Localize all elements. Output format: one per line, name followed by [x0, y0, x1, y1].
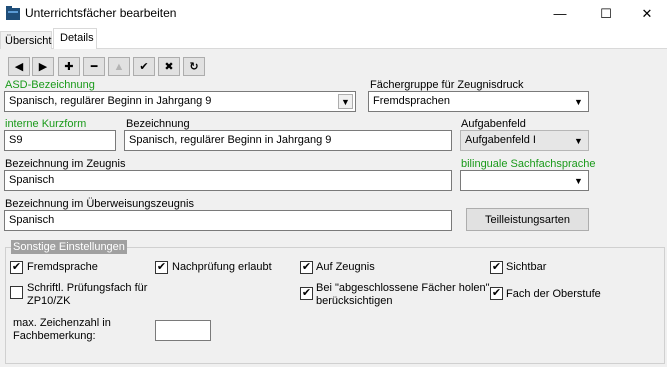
- checkmark-icon: ✔: [301, 287, 312, 299]
- schriftl-pruefungsfach-checkbox[interactable]: [10, 286, 23, 299]
- fachgruppe-select[interactable]: Fremdsprachen ▼: [368, 91, 589, 112]
- max-zeichen-label-line1: max. Zeichenzahl in: [13, 317, 111, 329]
- sichtbar-label: Sichtbar: [506, 261, 547, 273]
- triangle-up-icon: ▲: [113, 60, 125, 73]
- maximize-button[interactable]: ☐: [586, 0, 626, 27]
- fachgruppe-select-value: Fremdsprachen: [373, 95, 451, 107]
- auf-zeugnis-checkbox[interactable]: ✔: [300, 261, 313, 274]
- checkmark-icon: ✔: [139, 61, 149, 73]
- chevron-down-icon[interactable]: ▼: [571, 173, 586, 188]
- aufgabenfeld-select-value: Aufgabenfeld I: [465, 134, 536, 146]
- zeugnis-input[interactable]: Spanisch: [4, 170, 452, 191]
- app-icon: [6, 6, 20, 20]
- triangle-right-icon: ▶: [38, 61, 48, 73]
- nachpruefung-label: Nachprüfung erlaubt: [172, 261, 272, 273]
- bilingual-select[interactable]: ▼: [460, 170, 589, 191]
- minimize-button[interactable]: —: [540, 0, 580, 27]
- nachpruefung-checkbox[interactable]: ✔: [155, 261, 168, 274]
- minus-icon: ━: [90, 61, 98, 73]
- tab-uebersicht[interactable]: Übersicht: [0, 31, 52, 49]
- asd-select[interactable]: Spanisch, regulärer Beginn in Jahrgang 9…: [4, 91, 356, 112]
- checkmark-icon: ✔: [491, 261, 502, 273]
- chevron-down-icon[interactable]: ▼: [571, 133, 586, 148]
- abgeschlossen-label-line2: berücksichtigen: [316, 295, 393, 307]
- oberstufe-checkbox[interactable]: ✔: [490, 287, 503, 300]
- sichtbar-checkbox[interactable]: ✔: [490, 261, 503, 274]
- max-zeichen-label-line2: Fachbemerkung:: [13, 330, 96, 342]
- chevron-down-icon[interactable]: ▼: [338, 94, 353, 109]
- auf-zeugnis-label: Auf Zeugnis: [316, 261, 375, 273]
- max-zeichen-input[interactable]: [155, 320, 211, 341]
- abgeschlossen-label: Bei "abgeschlossene Fächer holen" berück…: [316, 282, 490, 308]
- x-icon: ✖: [164, 61, 174, 73]
- asd-label: ASD-Bezeichnung: [5, 79, 95, 91]
- refresh-button[interactable]: ↻: [183, 57, 205, 76]
- checkmark-icon: ✔: [491, 287, 502, 299]
- schriftl-label-line2: ZP10/ZK: [27, 295, 71, 307]
- nav-first-button[interactable]: ◀: [8, 57, 30, 76]
- triangle-left-icon: ◀: [14, 61, 24, 73]
- abgeschlossen-checkbox[interactable]: ✔: [300, 287, 313, 300]
- refresh-icon: ↻: [189, 61, 199, 73]
- bezeichnung-input[interactable]: Spanisch, regulärer Beginn in Jahrgang 9: [124, 130, 452, 151]
- plus-icon: ✚: [64, 61, 74, 73]
- aufgabenfeld-select[interactable]: Aufgabenfeld I ▼: [460, 130, 589, 151]
- remove-button[interactable]: ━: [83, 57, 105, 76]
- fremdsprache-label: Fremdsprache: [27, 261, 98, 273]
- bilingual-label: bilinguale Sachfachsprache: [461, 158, 596, 170]
- ueberweisung-input[interactable]: Spanisch: [4, 210, 452, 231]
- ueberweisung-label: Bezeichnung im Überweisungszeugnis: [5, 198, 194, 210]
- tab-details[interactable]: Details: [53, 28, 97, 49]
- checkmark-icon: ✔: [156, 261, 167, 273]
- chevron-down-icon[interactable]: ▼: [571, 94, 586, 109]
- teilleistungsarten-button[interactable]: Teilleistungsarten: [466, 208, 589, 231]
- schriftl-pruefungsfach-label: Schriftl. Prüfungsfach für ZP10/ZK: [27, 282, 147, 308]
- aufgabenfeld-label: Aufgabenfeld: [461, 118, 526, 130]
- settings-group-title: Sonstige Einstellungen: [11, 240, 127, 254]
- add-button[interactable]: ✚: [58, 57, 80, 76]
- schriftl-label-line1: Schriftl. Prüfungsfach für: [27, 282, 148, 294]
- oberstufe-label: Fach der Oberstufe: [506, 288, 601, 300]
- close-button[interactable]: ✕: [627, 0, 667, 27]
- bezeichnung-label: Bezeichnung: [126, 118, 190, 130]
- move-up-button[interactable]: ▲: [108, 57, 130, 76]
- abgeschlossen-label-line1: Bei "abgeschlossene Fächer holen": [316, 282, 490, 294]
- asd-select-value: Spanisch, regulärer Beginn in Jahrgang 9: [9, 95, 212, 107]
- fremdsprache-checkbox[interactable]: ✔: [10, 261, 23, 274]
- kurzform-input[interactable]: S9: [4, 130, 116, 151]
- zeugnis-label: Bezeichnung im Zeugnis: [5, 158, 126, 170]
- cancel-button[interactable]: ✖: [158, 57, 180, 76]
- fachgruppe-label: Fächergruppe für Zeugnisdruck: [370, 79, 524, 91]
- kurzform-label: interne Kurzform: [5, 118, 87, 130]
- confirm-button[interactable]: ✔: [133, 57, 155, 76]
- window-title: Unterrichtsfächer bearbeiten: [25, 6, 177, 20]
- checkmark-icon: ✔: [301, 261, 312, 273]
- checkmark-icon: ✔: [11, 261, 22, 273]
- max-zeichen-label: max. Zeichenzahl in Fachbemerkung:: [13, 317, 111, 343]
- nav-last-button[interactable]: ▶: [32, 57, 54, 76]
